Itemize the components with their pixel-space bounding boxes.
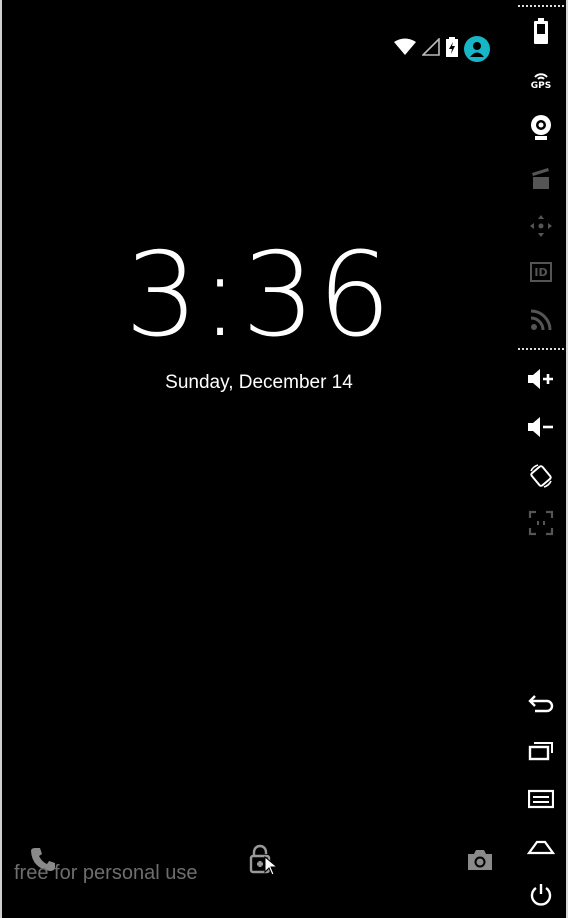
wifi-icon (394, 38, 416, 60)
fullscreen-icon[interactable] (526, 508, 556, 538)
back-icon[interactable] (526, 688, 556, 718)
webcam-icon[interactable] (526, 113, 556, 143)
volume-down-icon[interactable] (526, 412, 556, 442)
toolbar-divider (518, 348, 564, 350)
watermark-text: free for personal use (14, 862, 198, 884)
clock-date: Sunday, December 14 (165, 372, 353, 393)
clock-time: 3:36 (124, 228, 394, 363)
battery-charging-icon (446, 37, 458, 61)
device-screen: 3:36 Sunday, December 14 free for person… (0, 0, 514, 918)
volume-up-icon[interactable] (526, 364, 556, 394)
emulator-toolbar: GPS ID (514, 0, 568, 918)
id-card-icon[interactable]: ID (526, 257, 556, 287)
gps-label: GPS (530, 81, 552, 91)
menu-icon[interactable] (526, 784, 556, 814)
home-icon[interactable] (526, 832, 556, 862)
recents-icon[interactable] (526, 736, 556, 766)
toolbar-divider (518, 5, 564, 7)
power-icon[interactable] (526, 880, 556, 910)
id-label: ID (534, 265, 548, 279)
rss-icon[interactable] (526, 305, 556, 335)
status-bar (394, 34, 490, 64)
gps-icon[interactable]: GPS (526, 66, 556, 96)
clapperboard-icon[interactable] (526, 163, 556, 193)
cellular-signal-icon (421, 37, 440, 60)
camera-icon[interactable] (463, 843, 497, 877)
battery-icon[interactable] (526, 16, 556, 46)
move-icon[interactable] (526, 211, 556, 241)
user-avatar-icon[interactable] (464, 36, 490, 62)
mouse-cursor-icon (264, 855, 279, 880)
rotate-icon[interactable] (526, 461, 556, 491)
